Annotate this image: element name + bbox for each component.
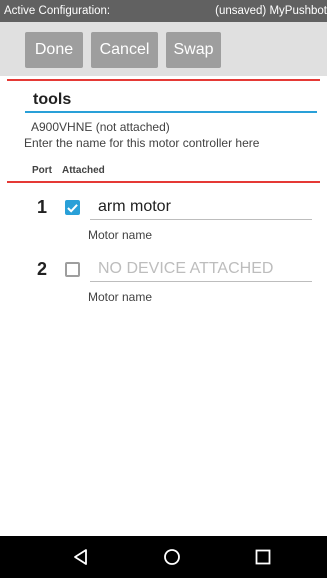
port-column-header: Port xyxy=(32,165,52,176)
motor-name-label: Motor name xyxy=(88,228,153,242)
controller-name-hint: Enter the name for this motor controller… xyxy=(24,136,260,150)
status-bar-title: Active Configuration: xyxy=(4,5,111,17)
cancel-button[interactable]: Cancel xyxy=(91,32,158,68)
home-icon[interactable] xyxy=(162,547,182,567)
header-divider xyxy=(7,79,320,81)
toolbar: Done Cancel Swap xyxy=(0,22,327,76)
attached-checkbox[interactable] xyxy=(65,200,80,215)
motor-name-input[interactable]: NO DEVICE ATTACHED xyxy=(90,258,312,282)
swap-button[interactable]: Swap xyxy=(166,32,221,68)
motor-name-input[interactable]: arm motor xyxy=(90,196,312,220)
status-bar-config-name: (unsaved) MyPushbot xyxy=(215,5,327,17)
attached-column-header: Attached xyxy=(62,165,105,176)
back-icon[interactable] xyxy=(71,547,91,567)
attached-checkbox[interactable] xyxy=(65,262,80,277)
recents-icon[interactable] xyxy=(253,547,273,567)
checkmark-icon xyxy=(67,203,78,213)
status-bar: Active Configuration: (unsaved) MyPushbo… xyxy=(0,0,327,22)
table-header-divider xyxy=(7,181,320,183)
port-number: 2 xyxy=(37,259,48,279)
navigation-bar xyxy=(0,536,327,578)
done-button[interactable]: Done xyxy=(25,32,83,68)
controller-name-input[interactable]: tools xyxy=(25,89,317,113)
port-number: 1 xyxy=(37,197,48,217)
controller-serial: A900VHNE (not attached) xyxy=(31,120,170,134)
motor-name-label: Motor name xyxy=(88,290,153,304)
